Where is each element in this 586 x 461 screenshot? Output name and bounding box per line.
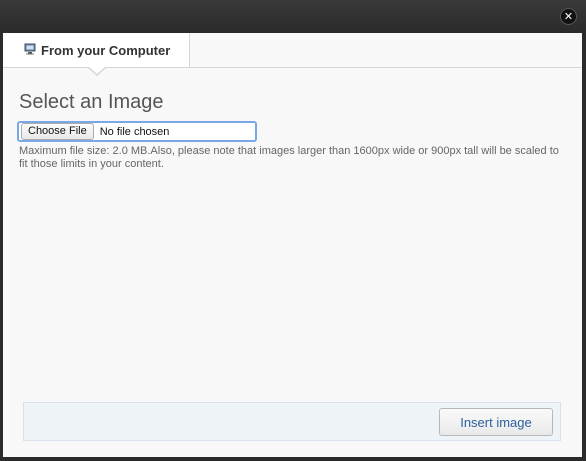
choose-file-button[interactable]: Choose File	[21, 123, 94, 140]
insert-image-button[interactable]: Insert image	[439, 408, 553, 436]
file-input[interactable]: Choose File No file chosen	[17, 121, 257, 142]
page-title: Select an Image	[19, 91, 164, 113]
dialog-footer: Insert image	[23, 402, 561, 441]
tab-pointer	[87, 66, 107, 76]
tab-label: From your Computer	[41, 42, 171, 58]
overlay-backdrop	[0, 0, 586, 34]
tab-from-computer[interactable]: From your Computer	[3, 33, 190, 67]
tab-bar: From your Computer	[3, 33, 582, 76]
file-status-text: No file chosen	[99, 125, 170, 138]
close-icon[interactable]: ✕	[560, 8, 577, 25]
image-upload-dialog: From your Computer Select an Image Choos…	[3, 33, 582, 457]
bottom-edge	[0, 457, 586, 461]
help-text: Maximum file size: 2.0 MB.Also, please n…	[19, 145, 559, 170]
computer-icon	[24, 42, 36, 55]
